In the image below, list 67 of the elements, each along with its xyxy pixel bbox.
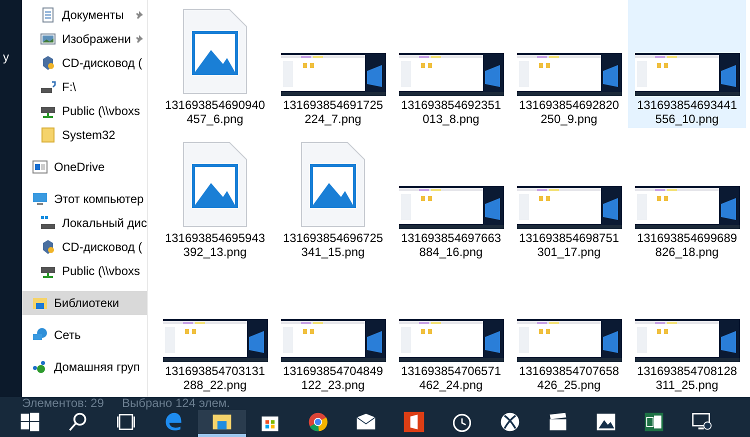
file-name: 131693854696725341_15.png xyxy=(282,231,384,259)
file-name: 131693854707658426_25.png xyxy=(518,364,620,392)
folder-icon xyxy=(40,127,56,143)
file-tile[interactable]: 131693854697663884_16.png xyxy=(392,133,510,261)
document-icon xyxy=(40,7,56,23)
file-name: 131693854692351013_8.png xyxy=(400,98,502,126)
file-tile[interactable]: 131693854690940457_6.png xyxy=(156,0,274,128)
file-name: 131693854692820250_9.png xyxy=(518,98,620,126)
clapperboard-icon xyxy=(547,411,569,433)
file-tile[interactable]: 131693854699689826_18.png xyxy=(628,133,746,261)
sidebar-item[interactable]: Изображени xyxy=(22,27,147,51)
sidebar-item[interactable]: Домашняя груп xyxy=(22,355,147,379)
start-icon xyxy=(19,411,41,433)
sidebar-item[interactable]: Документы xyxy=(22,3,147,27)
file-tile[interactable]: 131693854696725341_15.png xyxy=(274,133,392,261)
file-tile[interactable]: 131693854706571462_24.png xyxy=(392,266,510,394)
file-tile[interactable]: 131693854704849122_23.png xyxy=(274,266,392,394)
file-tile[interactable]: 131693854695943392_13.png xyxy=(156,133,274,261)
file-tile[interactable]: 131693854693441556_10.png xyxy=(628,0,746,128)
image-file-icon xyxy=(301,142,365,227)
task-view-icon xyxy=(115,411,137,433)
picture-icon xyxy=(40,31,56,47)
search-icon xyxy=(67,411,89,433)
photo-icon xyxy=(595,411,617,433)
file-name: 131693854697663884_16.png xyxy=(400,231,502,259)
sidebar-item[interactable]: Локальный дис xyxy=(22,211,147,235)
file-tile[interactable]: 131693854707658426_25.png xyxy=(510,266,628,394)
file-name: 131693854693441556_10.png xyxy=(636,98,738,126)
file-tile[interactable]: 131693854691725224_7.png xyxy=(274,0,392,128)
file-name: 131693854703131288_22.png xyxy=(164,364,266,392)
computer-icon xyxy=(32,191,48,207)
image-file-icon xyxy=(183,142,247,227)
sidebar-item[interactable]: Этот компьютер xyxy=(22,187,147,211)
sidebar-item[interactable]: System32 xyxy=(22,123,147,147)
sidebar-item[interactable]: Сеть xyxy=(22,323,147,347)
status-text: Выбрано 124 элем. xyxy=(122,397,230,410)
file-tile[interactable]: 131693854708128311_25.png xyxy=(628,266,746,394)
desktop-text: у xyxy=(3,50,9,64)
sidebar-item[interactable]: Public (\\vboxs xyxy=(22,259,147,283)
sidebar-item[interactable]: OneDrive xyxy=(22,155,147,179)
sidebar-item[interactable]: Библиотеки xyxy=(22,291,147,315)
taskbar-button[interactable] xyxy=(198,410,246,437)
file-name: 131693854690940457_6.png xyxy=(164,98,266,126)
local-disk-icon xyxy=(40,215,56,231)
network-icon xyxy=(32,327,48,343)
clock-icon xyxy=(451,411,473,433)
spreadsheet-icon xyxy=(643,411,665,433)
sidebar-item[interactable]: CD-дисковод ( xyxy=(22,51,147,75)
sidebar-item[interactable]: CD-дисковод ( xyxy=(22,235,147,259)
file-name: 131693854708128311_25.png xyxy=(636,364,738,392)
browser-icon xyxy=(307,411,329,433)
file-name: 131693854695943392_13.png xyxy=(164,231,266,259)
sidebar-item[interactable]: F:\ xyxy=(22,75,147,99)
file-name: 131693854691725224_7.png xyxy=(282,98,384,126)
file-tile[interactable]: 131693854703131288_22.png xyxy=(156,266,274,394)
image-file-icon xyxy=(183,9,247,94)
file-tile[interactable]: 131693854698751301_17.png xyxy=(510,133,628,261)
file-tile[interactable]: 131693854692820250_9.png xyxy=(510,0,628,128)
drive-icon xyxy=(40,79,56,95)
file-name: 131693854699689826_18.png xyxy=(636,231,738,259)
status-text: Элементов: 29 xyxy=(22,397,105,410)
file-name: 131693854704849122_23.png xyxy=(282,364,384,392)
file-tile[interactable]: 131693854692351013_8.png xyxy=(392,0,510,128)
library-icon xyxy=(32,295,48,311)
sidebar-item[interactable]: Public (\\vboxs xyxy=(22,99,147,123)
file-name: 131693854706571462_24.png xyxy=(400,364,502,392)
file-name: 131693854698751301_17.png xyxy=(518,231,620,259)
